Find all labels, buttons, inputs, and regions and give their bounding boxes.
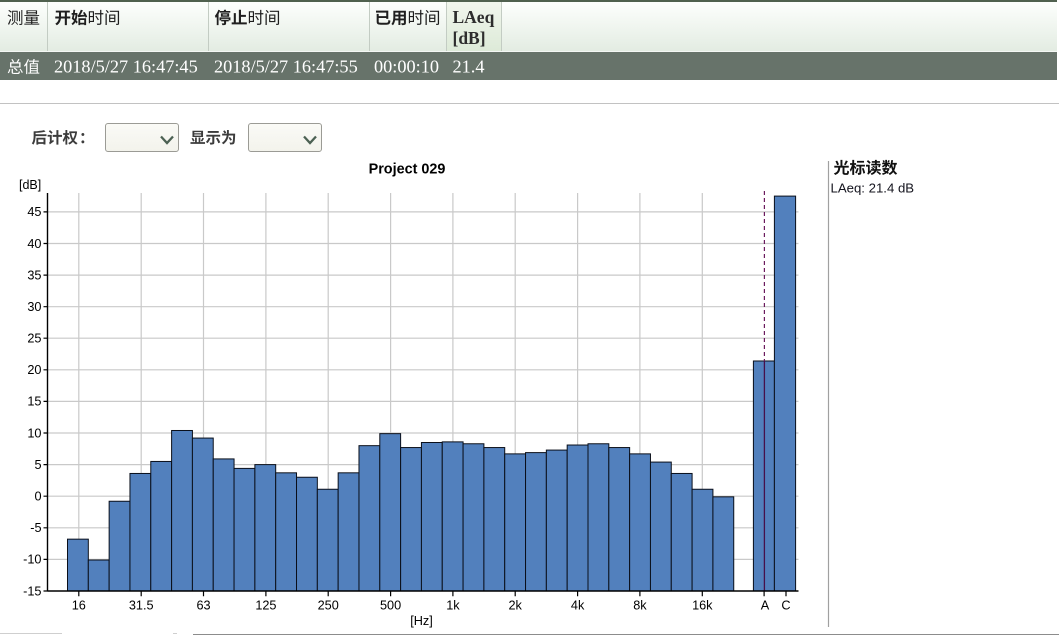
svg-text:[Hz]: [Hz]: [410, 614, 433, 628]
svg-text:0: 0: [34, 490, 41, 504]
svg-text:-10: -10: [23, 553, 41, 567]
svg-text:-5: -5: [30, 521, 41, 535]
svg-text:2k: 2k: [508, 598, 522, 612]
svg-text:00:00:10: 00:00:10: [374, 57, 439, 77]
svg-text:40: 40: [27, 237, 41, 251]
svg-text:4k: 4k: [571, 598, 585, 612]
svg-text:35: 35: [27, 268, 41, 282]
svg-text:2018/5/27 16:47:45: 2018/5/27 16:47:45: [54, 57, 198, 77]
svg-text:125: 125: [255, 598, 276, 612]
svg-text:21.4: 21.4: [453, 57, 485, 77]
svg-text:20: 20: [27, 363, 41, 377]
svg-text:500: 500: [380, 598, 401, 612]
svg-text:-15: -15: [23, 584, 41, 598]
svg-text:10: 10: [27, 426, 41, 440]
svg-text:16: 16: [72, 598, 86, 612]
svg-text:45: 45: [27, 205, 41, 219]
svg-text:LAeq: LAeq: [453, 7, 495, 27]
svg-text:30: 30: [27, 300, 41, 314]
svg-text:16k: 16k: [692, 598, 713, 612]
svg-text:2018/5/27 16:47:55: 2018/5/27 16:47:55: [214, 57, 358, 77]
svg-text:[dB]: [dB]: [19, 178, 41, 192]
svg-text:1k: 1k: [446, 598, 460, 612]
svg-text:5: 5: [34, 458, 41, 472]
svg-text:[dB]: [dB]: [453, 28, 486, 48]
svg-text:15: 15: [27, 395, 41, 409]
svg-text:25: 25: [27, 332, 41, 346]
svg-text:C: C: [781, 598, 790, 612]
svg-text:63: 63: [196, 598, 210, 612]
svg-text:LAeq: 21.4 dB: LAeq: 21.4 dB: [831, 181, 915, 196]
svg-text:8k: 8k: [633, 598, 647, 612]
svg-text:250: 250: [318, 598, 339, 612]
svg-text:31.5: 31.5: [129, 598, 154, 612]
svg-text:Project 029: Project 029: [369, 162, 446, 178]
svg-text:A: A: [761, 598, 770, 612]
